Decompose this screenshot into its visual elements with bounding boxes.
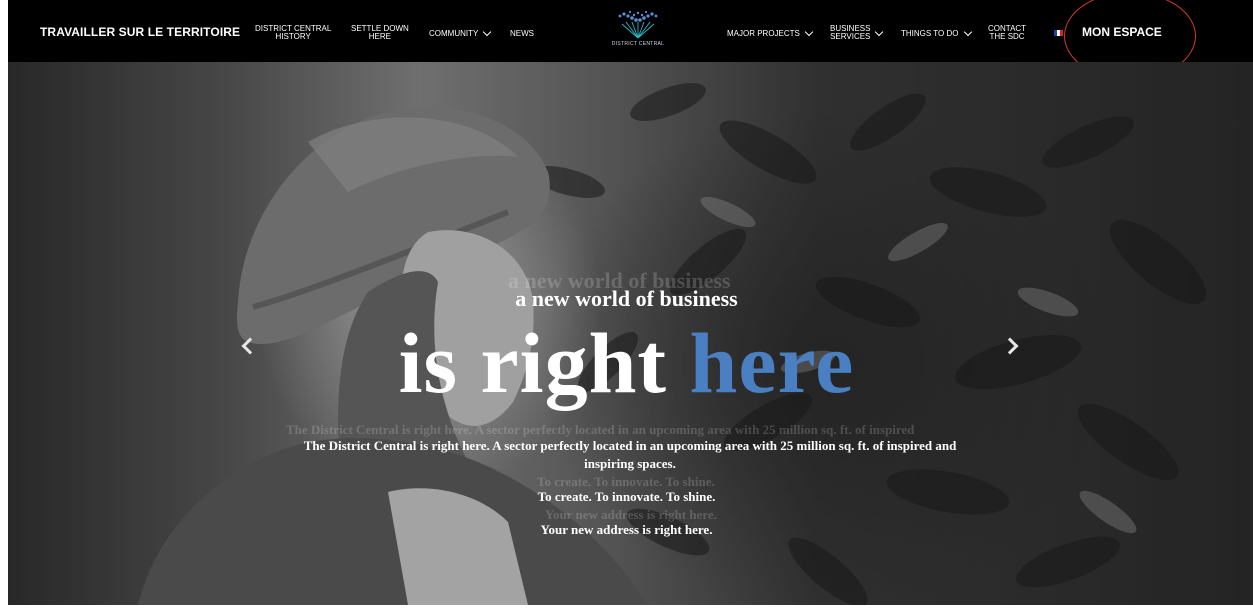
- nav-label: MAJOR PROJECTS: [727, 29, 800, 38]
- hero-address-line: Your new address is right here.: [540, 522, 713, 537]
- top-navigation-bar: TRAVAILLER SUR LE TERRITOIRE DISTRICT CE…: [8, 0, 1253, 62]
- nav-label: NEWS: [510, 29, 534, 38]
- hero-description: The District Central is right here. A se…: [303, 438, 957, 471]
- nav-things-to-do[interactable]: THINGS TO DO: [901, 27, 972, 38]
- nav-label-group: BUSINESS SERVICES: [830, 25, 870, 41]
- ghost-address-line: Your new address is right here.: [545, 507, 717, 522]
- nav-business-services[interactable]: BUSINESS SERVICES: [830, 25, 884, 41]
- nav-settle-down-here[interactable]: SETTLE DOWN HERE: [351, 25, 409, 41]
- ghost-description: The District Central is right here. A se…: [286, 422, 915, 437]
- hero-tagline: a new world of business: [515, 286, 738, 311]
- brand-link[interactable]: TRAVAILLER SUR LE TERRITOIRE: [40, 26, 240, 38]
- nav-community[interactable]: COMMUNITY: [429, 27, 492, 38]
- french-flag-icon[interactable]: [1054, 30, 1063, 36]
- nav-major-projects[interactable]: MAJOR PROJECTS: [727, 27, 814, 38]
- chevron-down-icon: [875, 27, 884, 37]
- nav-label: HISTORY: [275, 32, 311, 41]
- nav-contact-the-sdc[interactable]: CONTACT THE SDC: [988, 25, 1026, 41]
- chevron-down-icon: [963, 27, 972, 37]
- nav-label: THINGS TO DO: [901, 29, 959, 38]
- bottom-divider: [8, 605, 1253, 609]
- nav-label: COMMUNITY: [429, 29, 479, 38]
- chevron-down-icon: [483, 27, 492, 37]
- headline-blue: here: [689, 315, 855, 411]
- hero-headline: is right here: [0, 320, 1253, 406]
- district-central-logo[interactable]: DISTRICT CENTRAL: [608, 10, 668, 58]
- nav-label: THE SDC: [989, 32, 1025, 41]
- nav-label: SERVICES: [830, 32, 871, 41]
- ghost-create-line: To create. To innovate. To shine.: [537, 474, 715, 489]
- nav-district-central-history[interactable]: DISTRICT CENTRAL HISTORY: [255, 25, 331, 41]
- hero-create-line: To create. To innovate. To shine.: [537, 489, 716, 504]
- mon-espace-button[interactable]: MON ESPACE: [1082, 26, 1162, 38]
- logo-icon: [618, 10, 658, 39]
- nav-label: HERE: [368, 32, 391, 41]
- headline-white: is right: [398, 315, 668, 411]
- logo-text: DISTRICT CENTRAL: [611, 41, 665, 47]
- chevron-down-icon: [804, 27, 814, 37]
- nav-news[interactable]: NEWS: [510, 30, 534, 38]
